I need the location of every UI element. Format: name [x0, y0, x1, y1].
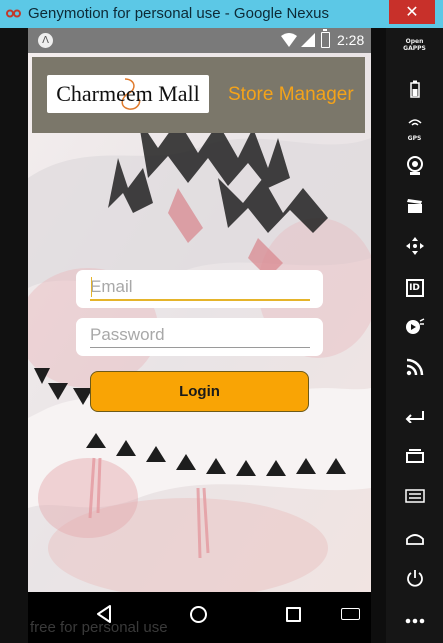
- battery-button[interactable]: [386, 76, 443, 106]
- toolbar-back-button[interactable]: [386, 403, 443, 433]
- signal-icon: [301, 33, 315, 47]
- id-icon: ID: [405, 279, 424, 297]
- toolbar-home-button[interactable]: [386, 525, 443, 555]
- gps-icon: [407, 119, 422, 126]
- android-status-bar: Λ 2:28: [28, 28, 371, 53]
- toolbar-menu-button[interactable]: [386, 483, 443, 513]
- text-caret: [91, 277, 92, 297]
- battery-icon: [409, 80, 420, 98]
- charmeem-mall-logo: Charmeem Mall: [47, 75, 209, 113]
- battery-icon: [321, 29, 330, 48]
- wifi-icon: [281, 33, 297, 47]
- back-icon: [405, 411, 424, 424]
- menu-icon: [404, 489, 425, 503]
- password-field[interactable]: [90, 322, 310, 348]
- device-screen: Λ 2:28 Charmeem Mall Store Manager Login: [28, 28, 371, 592]
- id-label: ID: [409, 283, 420, 293]
- more-button[interactable]: [386, 606, 443, 636]
- move-button[interactable]: [386, 234, 443, 264]
- home-icon[interactable]: [190, 606, 207, 623]
- keyboard-icon[interactable]: [341, 608, 360, 620]
- gps-label: GPS: [407, 135, 422, 142]
- device-id-button[interactable]: ID: [386, 276, 443, 306]
- email-underline: [90, 299, 310, 301]
- device-frame-left: [0, 28, 28, 643]
- open-gapps-icon: Open GAPPS: [403, 38, 426, 52]
- media-icon: [405, 318, 424, 334]
- close-button[interactable]: ✕: [389, 0, 435, 24]
- open-gapps-button[interactable]: Open GAPPS: [386, 38, 443, 68]
- home-icon: [405, 534, 424, 545]
- toolbar-recent-button[interactable]: [386, 443, 443, 473]
- page-title: Store Manager: [228, 84, 354, 105]
- genymotion-toolbar: Open GAPPS GPS ID: [386, 28, 443, 643]
- more-icon: [405, 618, 424, 624]
- app-header: Charmeem Mall Store Manager: [32, 57, 365, 133]
- status-time: 2:28: [337, 32, 365, 48]
- notification-app-icon: Λ: [38, 33, 53, 48]
- camera-button[interactable]: [386, 154, 443, 184]
- media-button[interactable]: [386, 315, 443, 345]
- rss-button[interactable]: [386, 355, 443, 385]
- email-field-container: [76, 270, 323, 308]
- gps-button[interactable]: GPS: [386, 116, 443, 146]
- login-button[interactable]: Login: [90, 371, 309, 412]
- recent-apps-icon: [405, 449, 424, 463]
- move-icon: [405, 237, 424, 255]
- power-icon: [406, 570, 423, 587]
- window-title: Genymotion for personal use - Google Nex…: [28, 5, 329, 22]
- recent-apps-icon[interactable]: [286, 607, 301, 622]
- password-underline: [90, 347, 310, 348]
- video-capture-button[interactable]: [386, 194, 443, 224]
- genymotion-logo-icon: [6, 9, 21, 18]
- video-icon: [406, 199, 422, 213]
- camera-icon: [406, 156, 423, 175]
- email-field[interactable]: [90, 274, 310, 300]
- power-button[interactable]: [386, 565, 443, 595]
- watermark-text: free for personal use: [30, 619, 168, 636]
- logo-text: Charmeem Mall: [56, 81, 200, 106]
- password-field-container: [76, 318, 323, 356]
- rss-icon: [406, 358, 423, 376]
- window-titlebar[interactable]: Genymotion for personal use - Google Nex…: [0, 0, 443, 28]
